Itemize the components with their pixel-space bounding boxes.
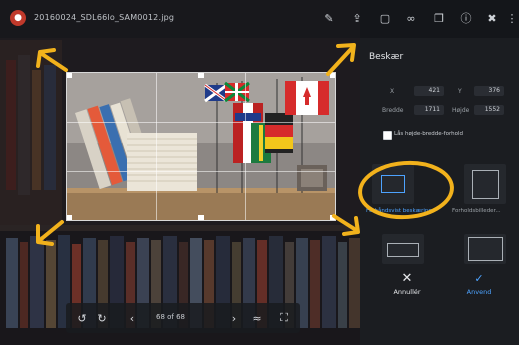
x-label: X [390,88,395,95]
trash-icon[interactable]: ✖ [483,9,501,27]
crop-grid-line [67,122,335,123]
preset-wide[interactable] [382,234,424,264]
image-stage: ↺ ↻ ‹ 68 of 68 › ≈ ⛶ [0,0,360,345]
height-label: Højde [452,107,470,114]
height-input[interactable]: 1552 [474,105,504,115]
crop-grid-line [245,73,246,220]
lock-aspect-checkbox[interactable] [383,131,392,140]
preset-label: Forhåndsvist beskæring [366,208,432,214]
crop-frame[interactable] [66,72,336,221]
top-bar: ● 20160024_SDL66lo_SAM0012.jpg ✎ ⇪ ▢ ∞ ❐… [0,0,519,38]
image-counter: 68 of 68 [156,313,186,321]
bottom-toolbar: ↺ ↻ ‹ 68 of 68 › ≈ ⛶ [66,303,300,333]
slideshow-icon[interactable]: ≈ [249,310,265,326]
more-icon[interactable]: ⋮ [503,9,519,27]
info-icon[interactable]: ▢ [376,9,394,27]
panel-title: Beskær [369,52,404,62]
y-label: Y [458,88,462,95]
link-icon[interactable]: ∞ [402,9,420,27]
preset-original[interactable] [372,164,414,204]
apply-button[interactable]: ✓ Anvend [456,272,502,302]
apply-label: Anvend [466,288,492,296]
crop-grid-line [67,171,335,172]
preset-label: Forholdsbilleder... [452,208,501,214]
rotate-left-icon[interactable]: ↺ [74,310,90,326]
preset-wide-frame [387,243,419,257]
y-input[interactable]: 376 [474,86,504,96]
preset-original-frame [381,175,405,193]
preset-landscape[interactable] [464,234,506,264]
preset-ratio[interactable] [464,164,506,204]
check-icon: ✓ [474,272,484,285]
cropped-photo [67,73,335,220]
upload-icon[interactable]: ⇪ [348,9,366,27]
x-input[interactable]: 421 [414,86,444,96]
crop-grid-line [156,73,157,220]
pencil-icon[interactable]: ✎ [320,9,338,27]
crop-handle-top-right[interactable] [330,73,335,78]
crop-handle-bottom-left[interactable] [67,215,72,220]
file-name: 20160024_SDL66lo_SAM0012.jpg [34,13,175,22]
lock-aspect-label: Lås højde-bredde-forhold [394,131,463,137]
app-logo-icon: ● [10,10,26,26]
photo-editor-window: ↺ ↻ ‹ 68 of 68 › ≈ ⛶ ● 20160024_SDL66lo_… [0,0,519,345]
crop-handle-top-left[interactable] [67,73,72,78]
previous-icon[interactable]: ‹ [124,310,140,326]
next-icon[interactable]: › [226,310,242,326]
fullscreen-icon[interactable]: ⛶ [276,310,292,326]
circle-info-icon[interactable]: ⓘ [457,9,475,27]
copy-icon[interactable]: ❐ [430,9,448,27]
rotate-right-icon[interactable]: ↻ [94,310,110,326]
preset-ratio-frame [472,170,499,199]
preset-landscape-frame [468,237,503,261]
width-input[interactable]: 1711 [414,105,444,115]
cancel-label: Annullér [393,288,421,296]
width-label: Bredde [382,107,404,114]
crop-handle-bottom[interactable] [198,215,204,220]
crop-handle-bottom-right[interactable] [330,215,335,220]
crop-handle-top[interactable] [198,73,204,78]
close-icon: ✕ [401,271,413,286]
cancel-button[interactable]: ✕ Annullér [384,272,430,302]
